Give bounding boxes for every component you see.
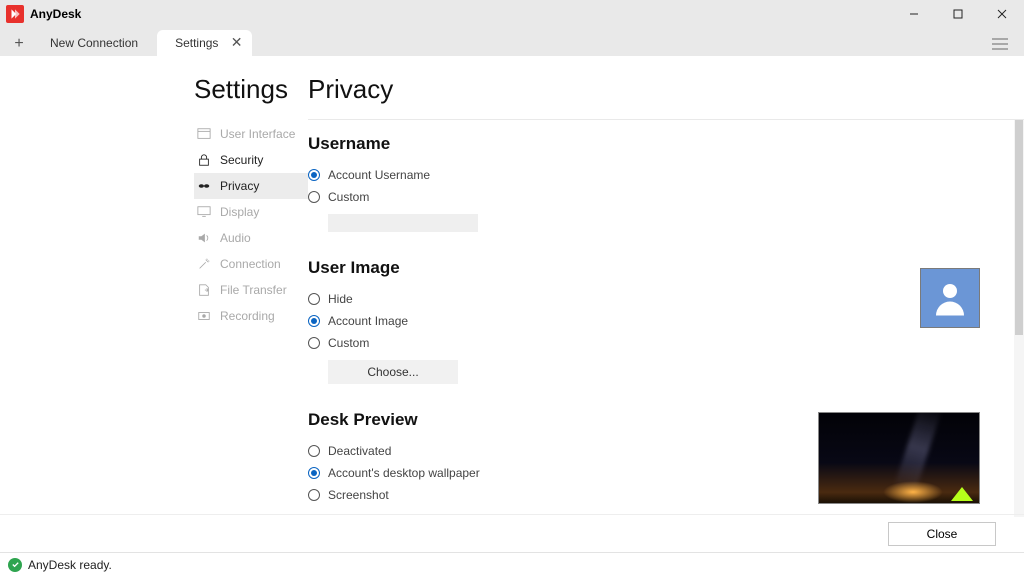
page-heading: Privacy bbox=[308, 74, 1024, 105]
sidebar-heading: Settings bbox=[194, 74, 308, 105]
radio-icon bbox=[308, 191, 320, 203]
radio-icon bbox=[308, 467, 320, 479]
sidebar-item-label: Security bbox=[220, 153, 263, 167]
sidebar-item-label: Recording bbox=[220, 309, 275, 323]
sunglasses-icon bbox=[196, 178, 212, 194]
sidebar-item-privacy[interactable]: Privacy bbox=[194, 173, 308, 199]
sidebar-item-label: Privacy bbox=[220, 179, 259, 193]
radio-custom-image[interactable]: Custom bbox=[308, 332, 1004, 354]
app-logo bbox=[6, 5, 24, 23]
radio-label: Account Username bbox=[328, 168, 430, 182]
user-image-preview bbox=[920, 268, 980, 328]
sidebar-item-display[interactable]: Display bbox=[194, 199, 308, 225]
radio-account-username[interactable]: Account Username bbox=[308, 164, 1004, 186]
settings-main: Privacy Username Account Username Custom bbox=[308, 56, 1024, 552]
radio-icon bbox=[308, 169, 320, 181]
radio-icon bbox=[308, 337, 320, 349]
record-icon bbox=[196, 308, 212, 324]
sidebar-item-label: Connection bbox=[220, 257, 281, 271]
status-ok-icon bbox=[8, 558, 22, 572]
window-maximize-button[interactable] bbox=[936, 0, 980, 28]
section-desk-preview: Desk Preview Deactivated Account's deskt… bbox=[308, 410, 1004, 506]
radio-custom-username[interactable]: Custom bbox=[308, 186, 1004, 208]
radio-icon bbox=[308, 489, 320, 501]
status-text: AnyDesk ready. bbox=[28, 558, 112, 572]
menu-button[interactable] bbox=[988, 32, 1012, 56]
content: Settings User Interface Security Privacy… bbox=[0, 56, 1024, 552]
plug-icon bbox=[196, 256, 212, 272]
sidebar-item-audio[interactable]: Audio bbox=[194, 225, 308, 251]
tab-new-connection[interactable]: New Connection bbox=[32, 30, 157, 56]
monitor-icon bbox=[196, 204, 212, 220]
settings-footer: Close bbox=[0, 514, 1024, 552]
choose-image-button[interactable]: Choose... bbox=[328, 360, 458, 384]
app-title: AnyDesk bbox=[30, 7, 81, 21]
radio-label: Account Image bbox=[328, 314, 408, 328]
radio-icon bbox=[308, 293, 320, 305]
scrollbar[interactable] bbox=[1014, 120, 1024, 517]
radio-label: Custom bbox=[328, 190, 369, 204]
radio-label: Deactivated bbox=[328, 444, 391, 458]
statusbar: AnyDesk ready. bbox=[0, 552, 1024, 576]
sidebar-item-file-transfer[interactable]: File Transfer bbox=[194, 277, 308, 303]
window-close-button[interactable] bbox=[980, 0, 1024, 28]
sidebar-item-label: File Transfer bbox=[220, 283, 287, 297]
tab-settings-label: Settings bbox=[175, 36, 218, 50]
sidebar-item-connection[interactable]: Connection bbox=[194, 251, 308, 277]
sidebar-item-label: User Interface bbox=[220, 127, 295, 141]
section-heading: Username bbox=[308, 134, 1004, 154]
radio-label: Screenshot bbox=[328, 488, 389, 502]
tab-settings[interactable]: Settings ✕ bbox=[157, 30, 252, 56]
new-tab-button[interactable]: + bbox=[6, 32, 32, 56]
radio-hide-image[interactable]: Hide bbox=[308, 288, 1004, 310]
desk-preview-thumbnail bbox=[818, 412, 980, 504]
section-user-image: User Image Hide Account Image Custom Cho… bbox=[308, 258, 1004, 384]
scrollbar-thumb[interactable] bbox=[1015, 120, 1023, 335]
sidebar-item-label: Display bbox=[220, 205, 259, 219]
tab-close-icon[interactable]: ✕ bbox=[231, 34, 243, 51]
radio-label: Account's desktop wallpaper bbox=[328, 466, 480, 480]
radio-label: Hide bbox=[328, 292, 353, 306]
radio-icon bbox=[308, 315, 320, 327]
settings-scroll-area[interactable]: Username Account Username Custom User Im… bbox=[308, 120, 1024, 517]
window-minimize-button[interactable] bbox=[892, 0, 936, 28]
settings-sidebar: Settings User Interface Security Privacy… bbox=[194, 56, 308, 552]
sidebar-item-recording[interactable]: Recording bbox=[194, 303, 308, 329]
titlebar: AnyDesk bbox=[0, 0, 1024, 28]
radio-label: Custom bbox=[328, 336, 369, 350]
radio-account-image[interactable]: Account Image bbox=[308, 310, 1004, 332]
custom-username-input[interactable] bbox=[328, 214, 478, 232]
close-button[interactable]: Close bbox=[888, 522, 996, 546]
speaker-icon bbox=[196, 230, 212, 246]
radio-icon bbox=[308, 445, 320, 457]
avatar-icon bbox=[929, 277, 971, 319]
sidebar-item-user-interface[interactable]: User Interface bbox=[194, 121, 308, 147]
sidebar-item-security[interactable]: Security bbox=[194, 147, 308, 173]
sidebar-item-label: Audio bbox=[220, 231, 251, 245]
lock-icon bbox=[196, 152, 212, 168]
section-username: Username Account Username Custom bbox=[308, 134, 1004, 232]
window-icon bbox=[196, 126, 212, 142]
section-heading: User Image bbox=[308, 258, 1004, 278]
file-arrow-icon bbox=[196, 282, 212, 298]
tabbar: + New Connection Settings ✕ bbox=[0, 28, 1024, 56]
